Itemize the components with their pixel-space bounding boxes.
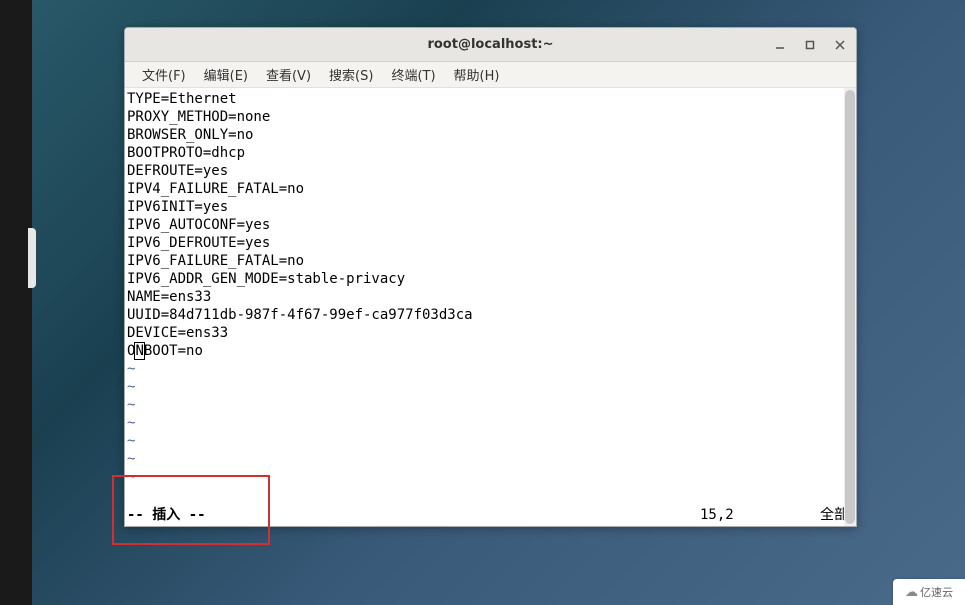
close-button[interactable] — [832, 37, 848, 53]
scrollbar[interactable] — [844, 88, 856, 526]
minimize-button[interactable] — [772, 37, 788, 53]
vim-mode: -- 插入 -- — [127, 506, 206, 524]
menu-search[interactable]: 搜索(S) — [320, 62, 382, 87]
titlebar[interactable]: root@localhost:~ — [125, 28, 856, 62]
window-title: root@localhost:~ — [427, 37, 553, 52]
vim-status-line: -- 插入 -- 15,2 全部 — [127, 506, 854, 524]
menu-file[interactable]: 文件(F) — [133, 62, 195, 87]
scrollbar-thumb[interactable] — [845, 90, 855, 524]
watermark: ☁ 亿速云 — [893, 579, 965, 605]
menu-view[interactable]: 查看(V) — [257, 62, 320, 87]
menu-terminal[interactable]: 终端(T) — [382, 62, 444, 87]
panel-tab[interactable] — [28, 228, 36, 288]
watermark-text: 亿速云 — [920, 584, 953, 600]
desktop-panel — [0, 0, 32, 605]
terminal-window: root@localhost:~ 文件(F) 编辑(E) 查看(V) 搜索(S)… — [124, 27, 857, 527]
editor-content: TYPE=EthernetPROXY_METHOD=noneBROWSER_ON… — [127, 90, 854, 486]
menu-edit[interactable]: 编辑(E) — [195, 62, 257, 87]
terminal-viewport[interactable]: TYPE=EthernetPROXY_METHOD=noneBROWSER_ON… — [125, 88, 856, 526]
window-controls — [772, 28, 848, 62]
menu-help[interactable]: 帮助(H) — [445, 62, 509, 87]
vim-cursor-position: 15,2 — [700, 506, 820, 524]
cloud-icon: ☁ — [905, 585, 918, 600]
maximize-button[interactable] — [802, 37, 818, 53]
menubar: 文件(F) 编辑(E) 查看(V) 搜索(S) 终端(T) 帮助(H) — [125, 62, 856, 88]
